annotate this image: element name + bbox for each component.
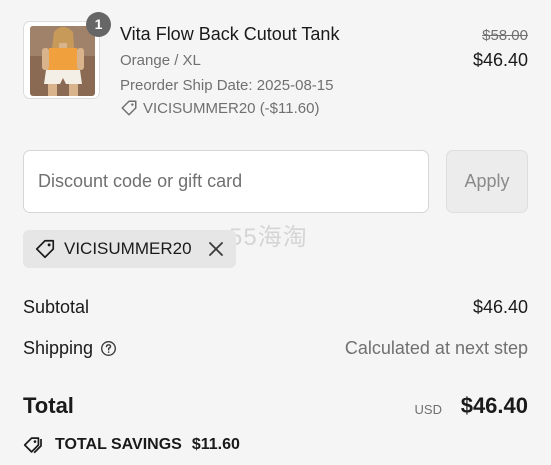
tags-icon bbox=[23, 435, 47, 455]
total-label: Total bbox=[23, 393, 74, 418]
savings-label: TOTAL SAVINGS bbox=[55, 436, 182, 453]
total-currency: USD bbox=[414, 402, 442, 417]
current-price: $46.40 bbox=[472, 50, 528, 70]
shipping-row-label: Shipping bbox=[23, 338, 117, 359]
applied-discount-chip: VICISUMMER20 bbox=[23, 230, 236, 268]
product-variant: Orange / XL bbox=[120, 52, 201, 69]
product-image bbox=[30, 26, 95, 96]
product-discount-text: VICISUMMER20 (-$11.60) bbox=[143, 99, 320, 117]
shipping-value: Calculated at next step bbox=[344, 338, 528, 358]
discount-code-input[interactable] bbox=[23, 150, 429, 213]
quantity-badge: 1 bbox=[86, 12, 111, 37]
original-price: $58.00 bbox=[482, 27, 528, 44]
help-circle-icon[interactable] bbox=[100, 340, 117, 357]
tag-icon bbox=[120, 99, 138, 117]
total-savings: TOTAL SAVINGS $11.60 bbox=[23, 435, 240, 455]
product-discount-line: VICISUMMER20 (-$11.60) bbox=[120, 99, 319, 117]
shipping-label: Shipping bbox=[23, 338, 94, 358]
product-thumbnail: 1 bbox=[23, 12, 111, 99]
product-name: Vita Flow Back Cutout Tank bbox=[120, 24, 340, 44]
subtotal-value: $46.40 bbox=[472, 297, 528, 317]
apply-button[interactable]: Apply bbox=[446, 150, 528, 213]
subtotal-label: Subtotal bbox=[23, 297, 90, 317]
total-amount: $46.40 bbox=[460, 393, 528, 418]
watermark: 55海淘 bbox=[229, 224, 308, 251]
savings-amount: $11.60 bbox=[191, 436, 240, 453]
applied-code-label: VICISUMMER20 bbox=[64, 239, 192, 258]
tag-icon bbox=[34, 238, 56, 260]
close-icon[interactable] bbox=[208, 241, 224, 257]
preorder-ship-date: Preorder Ship Date: 2025-08-15 bbox=[120, 77, 334, 94]
